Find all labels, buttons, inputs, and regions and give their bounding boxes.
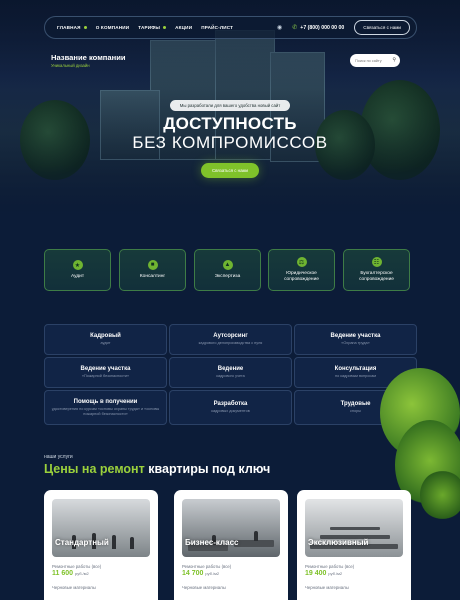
- price-card-photo: [182, 499, 280, 557]
- search-icon[interactable]: ⚲: [392, 57, 396, 63]
- decorative-tree: [420, 470, 460, 520]
- hero-title: ДОСТУПНОСТЬ: [163, 114, 297, 133]
- dropdown-dot-icon: [83, 26, 87, 29]
- nav-item-promotions[interactable]: АКЦИИ: [175, 25, 192, 30]
- price-card-business[interactable]: Бизнес-класс Ремонтные работы (все) 14 7…: [174, 490, 288, 600]
- search-input[interactable]: Поиск по сайту ⚲: [350, 54, 400, 67]
- service-card-legal[interactable]: ⚖ Юридическое сопровождение: [268, 249, 335, 291]
- company-tagline: Уникальный дизайн: [51, 63, 90, 68]
- service-item[interactable]: Помощь в получении удостоверения по курса…: [44, 390, 167, 425]
- hero-contact-button[interactable]: Связаться с нами: [201, 163, 259, 178]
- legal-icon: ⚖: [296, 257, 307, 268]
- company-name[interactable]: Название компании: [51, 53, 126, 62]
- prices-heading: Цены на ремонт квартиры под ключ: [44, 462, 271, 476]
- phone-icon: ✆: [292, 25, 298, 31]
- price-value: 11 600 руб./м2: [52, 570, 89, 577]
- service-card-expertise[interactable]: ▲ Экспертиза: [194, 249, 261, 291]
- service-card-consulting[interactable]: ■ Консалтинг: [119, 249, 186, 291]
- service-item[interactable]: Аутсорсинг кадрового делопроизводства с н…: [169, 324, 292, 355]
- announcement-pill: Мы разработали для вашего удобства новый…: [170, 100, 290, 111]
- dropdown-dot-icon: [163, 26, 167, 29]
- section-kicker: наши услуги: [44, 454, 73, 460]
- nav-item-about[interactable]: О КОМПАНИИ: [96, 25, 130, 30]
- price-card-photo: [52, 499, 150, 557]
- nav-item-tariffs[interactable]: ТАРИФЫ: [138, 25, 167, 30]
- accounting-icon: ☷: [371, 257, 382, 268]
- expertise-icon: ▲: [222, 260, 233, 270]
- eye-icon[interactable]: ◉: [277, 24, 282, 31]
- price-card-exclusive[interactable]: Эксклюзивный Ремонтные работы (все) 19 4…: [297, 490, 411, 600]
- service-item[interactable]: Разработка кадровых документов: [169, 390, 292, 425]
- hero-subtitle: БЕЗ КОМПРОМИССОВ: [132, 133, 328, 152]
- service-item[interactable]: Ведение участка «Охрана труда»: [294, 324, 417, 355]
- nav-item-home[interactable]: ГЛАВНАЯ: [57, 25, 87, 30]
- audit-icon: ★: [72, 260, 83, 270]
- service-card-audit[interactable]: ★ Аудит: [44, 249, 111, 291]
- photo-desk: [330, 527, 380, 530]
- price-value: 14 700 руб./м2: [182, 570, 220, 577]
- price-card-standard[interactable]: Стандартный Ремонтные работы (все) 11 60…: [44, 490, 158, 600]
- consulting-icon: ■: [147, 260, 158, 270]
- service-item[interactable]: Ведение кадрового учета: [169, 357, 292, 388]
- service-card-accounting[interactable]: ☷ Бухгалтерское сопровождение: [343, 249, 410, 291]
- service-item[interactable]: Ведение участка «Пожарной безопасности»: [44, 357, 167, 388]
- price-card-photo: [305, 499, 403, 557]
- phone-number[interactable]: +7 (800) 000 00 00: [300, 25, 344, 31]
- top-navigation: ГЛАВНАЯ О КОМПАНИИ ТАРИФЫ АКЦИИ ПРАЙС-ЛИ…: [44, 16, 417, 39]
- price-value: 19 400 руб./м2: [305, 570, 343, 577]
- contact-button[interactable]: Связаться с нами: [354, 20, 410, 35]
- service-item[interactable]: Кадровый аудит: [44, 324, 167, 355]
- nav-item-price-list[interactable]: ПРАЙС-ЛИСТ: [201, 25, 233, 30]
